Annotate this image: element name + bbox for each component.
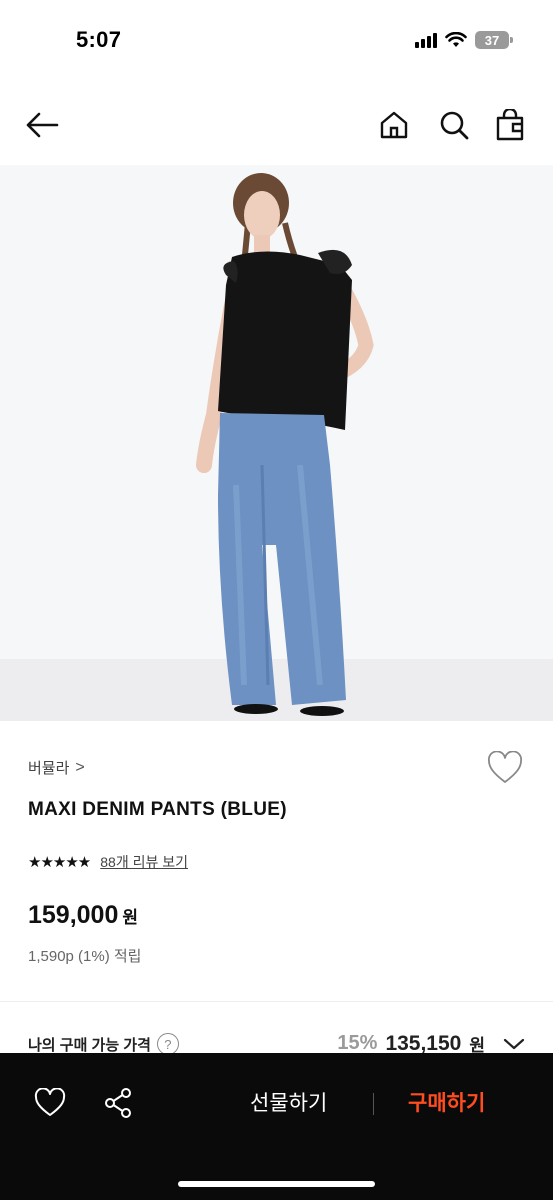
model-photo xyxy=(196,173,374,716)
divider xyxy=(373,1093,374,1115)
chevron-down-icon[interactable] xyxy=(503,1037,525,1051)
price-row: 159,000 원 xyxy=(28,901,138,930)
discount-rate: 15% xyxy=(337,1032,378,1054)
status-bar: 5:07 37 xyxy=(0,0,553,80)
signal-icon xyxy=(415,32,437,48)
status-icons: 37 xyxy=(415,31,513,49)
help-icon[interactable]: ? xyxy=(156,1033,179,1055)
like-button[interactable] xyxy=(32,1085,68,1121)
my-best-price-label-group: 나의 구매 가능 가격 ? xyxy=(28,1033,179,1055)
share-button[interactable] xyxy=(100,1085,136,1121)
chevron-right-icon: > xyxy=(75,758,85,776)
brand-name: 버뮬라 xyxy=(28,760,70,777)
bottom-action-bar: 선물하기 구매하기 xyxy=(0,1053,553,1200)
search-icon xyxy=(440,111,469,140)
home-indicator xyxy=(178,1181,375,1187)
reviews-link[interactable]: 88개 리뷰 보기 xyxy=(100,852,188,872)
wishlist-button[interactable] xyxy=(487,750,523,785)
my-best-price-label: 나의 구매 가능 가격 xyxy=(28,1036,151,1054)
product-price: 159,000 xyxy=(28,901,119,929)
status-time: 5:07 xyxy=(76,27,122,52)
heart-outline-icon xyxy=(488,750,522,783)
cart-button[interactable] xyxy=(490,105,530,145)
product-image[interactable] xyxy=(0,165,553,721)
discounted-price: 135,150 xyxy=(385,1031,462,1055)
search-button[interactable] xyxy=(434,105,474,145)
buy-button[interactable]: 구매하기 xyxy=(408,1087,485,1117)
gift-button[interactable]: 선물하기 xyxy=(250,1087,327,1117)
heart-icon xyxy=(34,1088,66,1116)
price-currency: 원 xyxy=(122,908,139,927)
top-nav xyxy=(0,95,553,155)
points-info: 1,590p (1%) 적립 xyxy=(28,948,142,965)
home-button[interactable] xyxy=(374,105,414,145)
shopping-bag-icon xyxy=(496,109,524,141)
battery-level: 37 xyxy=(484,32,500,48)
rating-row: ★★★★★ 88개 리뷰 보기 xyxy=(28,852,188,872)
brand-link[interactable]: 버뮬라 > xyxy=(28,757,85,778)
back-button[interactable] xyxy=(22,105,62,145)
battery-icon: 37 xyxy=(475,31,513,49)
back-arrow-icon xyxy=(26,112,59,138)
share-icon xyxy=(105,1088,131,1118)
home-icon xyxy=(380,111,408,139)
product-name: MAXI DENIM PANTS (BLUE) xyxy=(28,799,287,820)
star-rating: ★★★★★ xyxy=(28,854,91,871)
divider xyxy=(0,1001,553,1002)
wifi-icon xyxy=(445,32,467,47)
